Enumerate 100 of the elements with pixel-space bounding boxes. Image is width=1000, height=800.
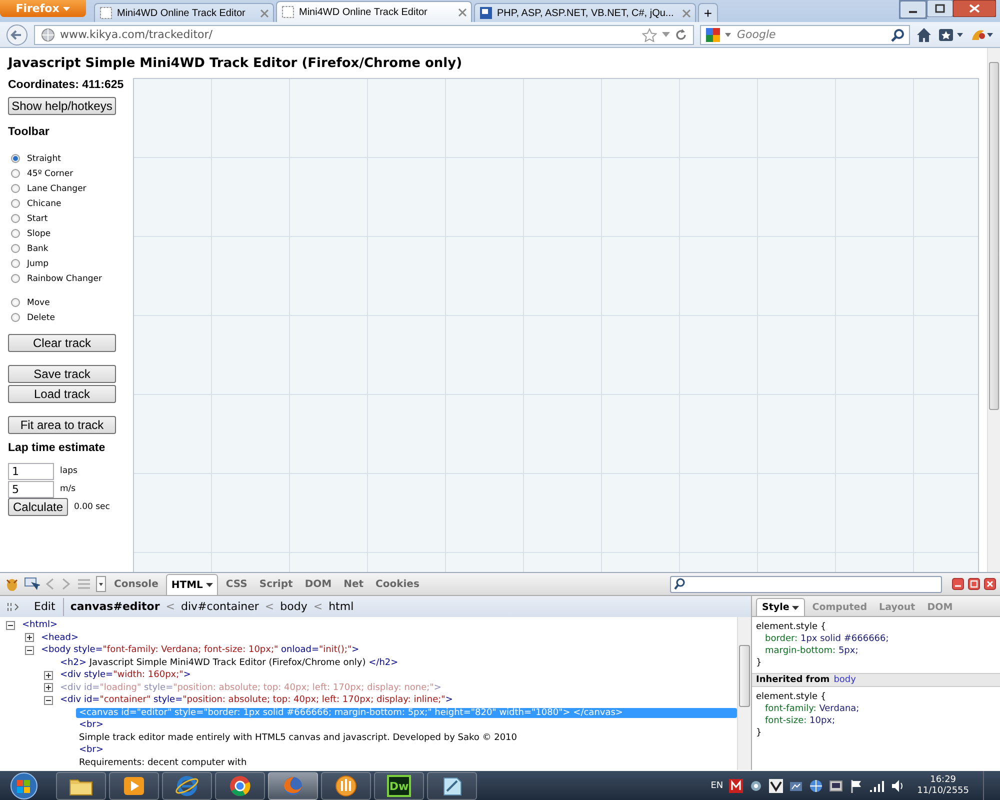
- radio-button[interactable]: [11, 229, 20, 238]
- tool-option[interactable]: Bank: [8, 241, 102, 256]
- search-icon[interactable]: [891, 28, 905, 42]
- breadcrumb-item[interactable]: canvas#editor: [70, 600, 160, 613]
- search-field[interactable]: Google: [700, 24, 910, 44]
- browser-tab[interactable]: Mini4WD Online Track Editor: [94, 3, 274, 22]
- page-scrollbar[interactable]: [987, 48, 1000, 572]
- screen-icon[interactable]: [829, 779, 844, 793]
- close-icon[interactable]: [953, 0, 996, 17]
- collapse-icon[interactable]: [6, 620, 15, 630]
- scrollbar-thumb[interactable]: [989, 62, 999, 410]
- collapse-icon[interactable]: [44, 696, 53, 705]
- tool-option[interactable]: 45º Corner: [8, 166, 102, 181]
- browser-tab[interactable]: Mini4WD Online Track Editor: [276, 1, 472, 22]
- taskbar-app[interactable]: Dw: [374, 772, 424, 800]
- taskbar-app[interactable]: [162, 772, 212, 800]
- language-indicator[interactable]: EN: [710, 781, 724, 791]
- browser-tab[interactable]: PHP, ASP, ASP.NET, VB.NET, C#, jQu...: [474, 3, 696, 22]
- expand-icon[interactable]: [25, 633, 34, 642]
- panel-tab[interactable]: Script: [255, 574, 297, 594]
- search-field[interactable]: [670, 576, 942, 592]
- detach-icon[interactable]: [968, 578, 980, 590]
- panel-tab[interactable]: CSS: [222, 574, 252, 594]
- tool-option[interactable]: Move: [8, 295, 55, 310]
- radio-button[interactable]: [11, 214, 20, 223]
- breadcrumb-item[interactable]: div#container: [181, 600, 259, 613]
- element-node[interactable]: <br>: [76, 745, 106, 756]
- home-icon[interactable]: [916, 26, 932, 42]
- panel-tab[interactable]: Console: [110, 574, 162, 594]
- tool-option[interactable]: Delete: [8, 310, 55, 325]
- bookmarks-icon[interactable]: [938, 26, 964, 42]
- globe-icon[interactable]: [809, 779, 824, 793]
- taskbar-app[interactable]: [427, 772, 477, 800]
- signal-icon[interactable]: [869, 779, 886, 793]
- element-node[interactable]: <body style="font-family: Verdana; font-size: 10px;" onload="init();">: [38, 645, 362, 656]
- tool-option[interactable]: Lane Changer: [8, 181, 102, 196]
- radio-button[interactable]: [11, 244, 20, 253]
- monitor-icon[interactable]: [789, 779, 804, 793]
- maximize-icon[interactable]: [927, 0, 953, 17]
- collapse-icon[interactable]: [25, 646, 34, 655]
- tool-option[interactable]: Straight: [8, 151, 102, 166]
- tree-scrollbar[interactable]: [737, 617, 751, 770]
- star-icon[interactable]: [642, 28, 657, 42]
- bug-icon[interactable]: [4, 576, 20, 592]
- panel-tab[interactable]: Net: [340, 574, 368, 594]
- tool-option[interactable]: Slope: [8, 226, 102, 241]
- fit-area-button[interactable]: Fit area to track: [8, 416, 116, 434]
- expand-icon[interactable]: [44, 670, 53, 680]
- close-icon[interactable]: [984, 578, 996, 590]
- taskbar-app[interactable]: [109, 772, 159, 800]
- radio-button[interactable]: [11, 259, 20, 268]
- flag-icon[interactable]: [849, 779, 864, 793]
- minimize-icon[interactable]: [899, 0, 927, 19]
- radio-button[interactable]: [11, 184, 20, 193]
- element-node[interactable]: <br>: [76, 720, 106, 730]
- dropdown-icon[interactable]: [96, 576, 106, 592]
- tool-option[interactable]: Jump: [8, 256, 102, 271]
- radio-button[interactable]: [11, 313, 20, 322]
- radio-button[interactable]: [11, 169, 20, 178]
- minimize-icon[interactable]: [952, 578, 964, 590]
- laps-field[interactable]: 1: [8, 462, 54, 480]
- caret-icon[interactable]: [206, 583, 213, 587]
- tiles-icon[interactable]: [705, 26, 721, 42]
- edit-button[interactable]: Edit: [26, 598, 64, 616]
- speaker-icon[interactable]: [891, 779, 906, 793]
- back-icon[interactable]: [6, 24, 28, 46]
- element-node[interactable]: <div id="container" style="position: absolute; top: 40px; left: 170px; display: inline;">: [57, 695, 456, 706]
- breadcrumb-item[interactable]: html: [328, 600, 354, 613]
- element-node[interactable]: <html>: [19, 620, 61, 630]
- breadcrumb-item[interactable]: body: [280, 600, 308, 613]
- clear-track-button[interactable]: Clear track: [8, 334, 116, 352]
- text-node[interactable]: Requirements: decent computer with: [76, 758, 250, 768]
- text-node[interactable]: Simple track editor made entirely with HTML5 canvas and javascript. Developed by Sako © 2010: [76, 732, 520, 743]
- side-panel-tab[interactable]: Style: [756, 598, 806, 616]
- inspect-icon[interactable]: [24, 576, 40, 592]
- reload-icon[interactable]: [675, 28, 687, 40]
- tool-option[interactable]: Start: [8, 211, 102, 226]
- scrollbar-thumb[interactable]: [739, 645, 750, 707]
- taskbar-app[interactable]: [321, 772, 371, 800]
- clock-time[interactable]: 16:29: [930, 775, 956, 786]
- v-logo-icon[interactable]: [769, 779, 784, 793]
- tool-option[interactable]: Rainbow Changer: [8, 271, 102, 286]
- radio-button[interactable]: [11, 199, 20, 208]
- expand-icon[interactable]: [44, 683, 53, 692]
- panel-tab[interactable]: HTML: [166, 574, 218, 595]
- calculate-button[interactable]: Calculate: [8, 498, 68, 516]
- panel-tab[interactable]: DOM: [300, 574, 336, 594]
- radio-button[interactable]: [11, 154, 20, 163]
- tool-option[interactable]: Chicane: [8, 196, 102, 211]
- radio-button[interactable]: [11, 298, 20, 307]
- address-bar[interactable]: www.kikya.com/trackeditor/: [34, 24, 694, 44]
- radio-button[interactable]: [11, 274, 20, 283]
- element-node[interactable]: <head>: [38, 632, 82, 643]
- element-node[interactable]: <div style="width: 160px;">: [57, 670, 194, 680]
- taskbar-app[interactable]: [215, 772, 265, 800]
- new-tab-button[interactable]: +: [698, 3, 718, 22]
- track-canvas[interactable]: [133, 78, 979, 572]
- panel-tab[interactable]: Cookies: [372, 574, 424, 594]
- m-logo-icon[interactable]: [729, 779, 744, 793]
- help-button[interactable]: Show help/hotkeys: [8, 97, 116, 115]
